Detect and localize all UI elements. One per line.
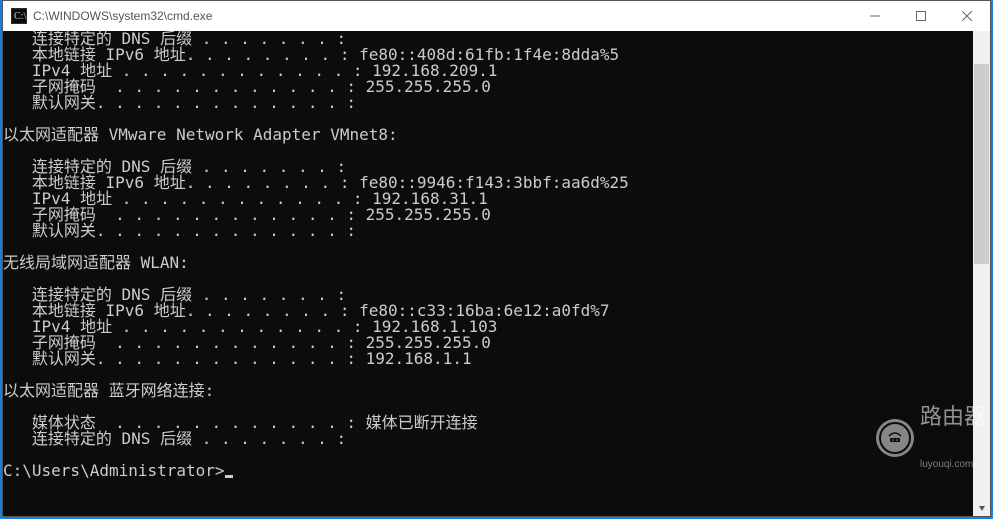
cmd-window: C:\ C:\WINDOWS\system32\cmd.exe 连接特定的 DN… bbox=[2, 0, 991, 517]
close-button[interactable] bbox=[944, 1, 990, 31]
scroll-track[interactable] bbox=[973, 48, 990, 499]
console-output: 连接特定的 DNS 后缀 . . . . . . . : 本地链接 IPv6 地… bbox=[3, 31, 972, 516]
minimize-button[interactable] bbox=[852, 1, 898, 31]
scroll-thumb[interactable] bbox=[974, 64, 989, 264]
window-title: C:\WINDOWS\system32\cmd.exe bbox=[33, 9, 212, 23]
scroll-down-arrow-icon[interactable] bbox=[973, 499, 990, 516]
svg-text:C:\: C:\ bbox=[14, 11, 26, 22]
vertical-scrollbar[interactable] bbox=[973, 31, 990, 516]
text-cursor bbox=[225, 475, 233, 478]
titlebar[interactable]: C:\ C:\WINDOWS\system32\cmd.exe bbox=[3, 1, 990, 31]
maximize-button[interactable] bbox=[898, 1, 944, 31]
console-area[interactable]: 连接特定的 DNS 后缀 . . . . . . . : 本地链接 IPv6 地… bbox=[3, 31, 990, 516]
cmd-app-icon: C:\ bbox=[11, 8, 27, 24]
